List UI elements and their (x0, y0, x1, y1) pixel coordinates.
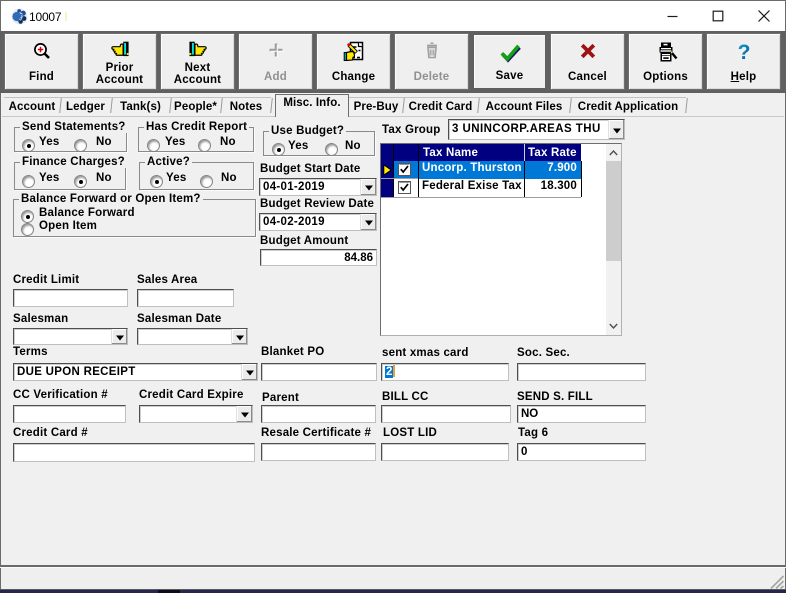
svg-text:?: ? (737, 41, 750, 63)
